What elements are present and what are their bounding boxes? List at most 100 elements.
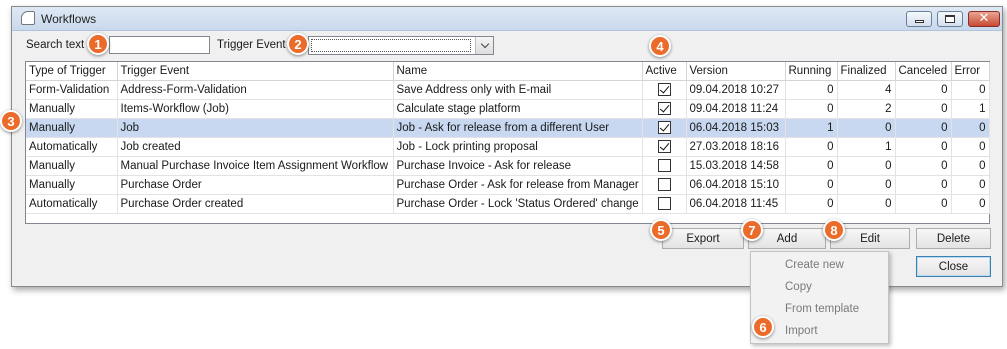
type-cell: Manually [26,156,118,176]
callout-badge: 5 [650,219,672,241]
finalized-cell: 0 [837,156,896,176]
canceled-cell: 0 [895,156,952,176]
grid-header-row: Type of Trigger Trigger Event Name Activ… [26,62,990,81]
active-cell [642,118,687,138]
column-header[interactable]: Running [785,62,838,81]
active-checkbox[interactable] [657,83,671,96]
version-cell: 06.04.2018 15:03 [686,118,786,138]
callout-badge: 6 [752,316,774,338]
name-cell: Purchase Invoice - Ask for release [393,156,643,176]
finalized-cell: 0 [837,175,896,195]
table-row[interactable]: Manually Items-Workflow (Job) Calculate st… [26,99,990,119]
menu-item-from-template[interactable]: From template [785,303,859,315]
event-cell: Purchase Order [117,175,394,195]
event-cell: Job [117,118,394,138]
table-row[interactable]: Automatically Purchase Order created Purch… [26,194,990,214]
name-cell: Purchase Order - Ask for release from Ma… [393,175,643,195]
callout-badge: 3 [0,110,22,132]
close-button[interactable]: Close [916,256,991,277]
active-cell [642,175,687,195]
trigger-event-select[interactable] [308,36,494,55]
error-cell: 0 [951,137,990,157]
callout-badge: 2 [287,33,309,55]
name-cell: Save Address only with E-mail [393,80,643,100]
version-cell: 27.03.2018 18:16 [686,137,786,157]
event-cell: Purchase Order created [117,194,394,214]
active-cell [642,80,687,100]
running-cell: 0 [785,99,838,119]
version-cell: 15.03.2018 14:58 [686,156,786,176]
name-cell: Job - Ask for release from a different U… [393,118,643,138]
running-cell: 0 [785,175,838,195]
running-cell: 0 [785,156,838,176]
error-cell: 0 [951,194,990,214]
column-header[interactable]: Error [951,62,990,81]
running-cell: 1 [785,118,838,138]
active-checkbox[interactable] [657,178,671,191]
table-row[interactable]: Automatically Job created Job - Lock print… [26,137,990,157]
canceled-cell: 0 [895,137,952,157]
table-row[interactable]: Manually Job Job - Ask for release from a … [26,118,990,138]
delete-button[interactable]: Delete [916,228,991,249]
menu-item-import[interactable]: Import [785,325,818,337]
type-cell: Automatically [26,137,118,157]
trigger-event-label: Trigger Event [217,39,286,51]
event-cell: Items-Workflow (Job) [117,99,394,119]
canceled-cell: 0 [895,175,952,195]
column-header[interactable]: Trigger Event [117,62,394,81]
error-cell: 0 [951,80,990,100]
maximize-button[interactable] [937,11,963,27]
table-row[interactable]: Form-Validation Address-Form-Validation Sa… [26,80,990,100]
version-cell: 06.04.2018 15:10 [686,175,786,195]
column-header[interactable]: Canceled [895,62,952,81]
active-checkbox[interactable] [657,140,671,153]
callout-badge: 8 [823,219,845,241]
active-checkbox[interactable] [657,121,671,134]
finalized-cell: 1 [837,137,896,157]
version-cell: 09.04.2018 11:24 [686,99,786,119]
finalized-cell: 0 [837,118,896,138]
type-cell: Manually [26,175,118,195]
error-cell: 0 [951,118,990,138]
error-cell: 0 [951,156,990,176]
error-cell: 1 [951,99,990,119]
error-cell: 0 [951,175,990,195]
export-button[interactable]: Export [662,228,744,249]
event-cell: Address-Form-Validation [117,80,394,100]
column-header[interactable]: Name [393,62,643,81]
table-row[interactable]: Manually Purchase Order Purchase Order - A… [26,175,990,195]
table-row[interactable]: Manually Manual Purchase Invoice Item Ass… [26,156,990,176]
active-cell [642,137,687,157]
canceled-cell: 0 [895,118,952,138]
menu-item-create-new[interactable]: Create new [785,259,844,271]
active-checkbox[interactable] [657,159,671,172]
event-cell: Job created [117,137,394,157]
search-input[interactable] [109,36,210,54]
active-cell [642,194,687,214]
menu-item-copy[interactable]: Copy [785,281,812,293]
trigger-event-value [311,39,471,52]
close-icon: ✕ [978,11,990,26]
minimize-icon [914,20,924,23]
window-close-button[interactable]: ✕ [968,11,1000,27]
canceled-cell: 0 [895,194,952,214]
column-header[interactable]: Finalized [837,62,896,81]
type-cell: Automatically [26,194,118,214]
minimize-button[interactable] [906,11,932,27]
active-checkbox[interactable] [657,102,671,115]
callout-badge: 4 [649,35,671,57]
active-cell [642,99,687,119]
column-header[interactable]: Active [642,62,687,81]
canceled-cell: 0 [895,99,952,119]
finalized-cell: 4 [837,80,896,100]
column-header[interactable]: Type of Trigger [26,62,118,81]
title-bar[interactable]: Workflows ✕ [12,7,1002,31]
chevron-down-icon [480,39,489,49]
column-header[interactable]: Version [686,62,786,81]
type-cell: Manually [26,118,118,138]
event-cell: Manual Purchase Invoice Item Assignment … [117,156,394,176]
active-checkbox[interactable] [657,197,671,210]
callout-badge: 1 [87,33,109,55]
name-cell: Purchase Order - Lock 'Status Ordered' c… [393,194,643,214]
trigger-dropdown-button[interactable] [475,37,493,54]
